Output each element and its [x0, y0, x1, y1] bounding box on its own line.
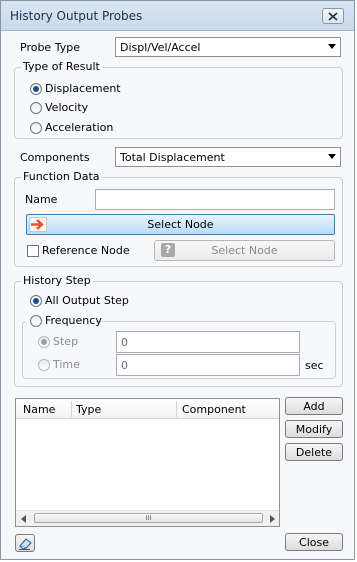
- function-data-title: Function Data: [21, 170, 102, 183]
- velocity-radio[interactable]: [30, 102, 42, 114]
- components-label: Components: [20, 151, 90, 164]
- delete-label: Delete: [295, 446, 333, 459]
- acceleration-radio[interactable]: [30, 122, 42, 134]
- eraser-icon: [19, 538, 32, 550]
- time-label: Time: [53, 358, 80, 371]
- history-step-title: History Step: [21, 274, 93, 287]
- displacement-radio[interactable]: [30, 83, 42, 95]
- modify-button[interactable]: Modify: [285, 420, 343, 438]
- history-output-probes-dialog: History Output Probes Probe Type Displ/V…: [0, 0, 355, 560]
- type-of-result-title: Type of Result: [21, 60, 102, 73]
- delete-button[interactable]: Delete: [285, 443, 343, 461]
- dialog-title: History Output Probes: [10, 9, 143, 23]
- time-radio[interactable]: [38, 359, 50, 371]
- probe-list[interactable]: Name Type Component III: [15, 398, 280, 527]
- eraser-button[interactable]: [15, 534, 35, 552]
- scroll-left-icon[interactable]: [21, 515, 26, 523]
- reference-node-label: Reference Node: [42, 244, 130, 257]
- acceleration-label: Acceleration: [45, 121, 114, 134]
- time-input[interactable]: 0: [116, 354, 300, 376]
- close-label: Close: [299, 536, 329, 549]
- velocity-label: Velocity: [45, 101, 89, 114]
- column-header-name[interactable]: Name: [23, 403, 55, 416]
- all-output-step-label: All Output Step: [45, 294, 129, 307]
- reference-select-node-button[interactable]: ? Select Node: [154, 240, 335, 261]
- frequency-label: Frequency: [45, 314, 102, 327]
- column-divider: [71, 401, 72, 417]
- probe-type-value: Displ/Vel/Accel: [120, 41, 201, 54]
- displacement-label: Displacement: [45, 82, 121, 95]
- time-unit-label: sec: [305, 359, 324, 372]
- modify-label: Modify: [295, 423, 333, 436]
- close-icon: [328, 12, 338, 21]
- chevron-down-icon: [328, 44, 336, 49]
- time-value: 0: [121, 359, 128, 372]
- probe-type-select[interactable]: Displ/Vel/Accel: [115, 37, 341, 57]
- list-header: Name Type Component: [16, 399, 279, 419]
- components-value: Total Displacement: [120, 151, 225, 164]
- horizontal-scrollbar[interactable]: III: [16, 510, 279, 526]
- scroll-right-icon[interactable]: [270, 515, 275, 523]
- reference-select-node-label: Select Node: [211, 244, 278, 257]
- chevron-down-icon: [328, 154, 336, 159]
- name-input[interactable]: [95, 189, 335, 210]
- reference-node-checkbox[interactable]: [27, 245, 39, 257]
- scroll-thumb[interactable]: III: [34, 513, 263, 523]
- all-output-step-radio[interactable]: [30, 295, 42, 307]
- step-label: Step: [53, 335, 79, 348]
- select-node-label: Select Node: [147, 218, 214, 231]
- probe-type-label: Probe Type: [20, 41, 80, 54]
- column-header-component[interactable]: Component: [182, 403, 246, 416]
- add-button[interactable]: Add: [285, 397, 343, 415]
- select-node-button[interactable]: Select Node: [26, 214, 335, 235]
- column-divider: [176, 401, 177, 417]
- close-button[interactable]: Close: [285, 533, 343, 551]
- components-select[interactable]: Total Displacement: [115, 147, 341, 167]
- window-close-button[interactable]: [322, 8, 344, 24]
- step-radio[interactable]: [38, 336, 50, 348]
- title-bar[interactable]: History Output Probes: [1, 1, 354, 31]
- add-label: Add: [303, 400, 325, 413]
- frequency-radio[interactable]: [30, 315, 42, 327]
- step-value: 0: [121, 336, 128, 349]
- name-label: Name: [25, 193, 58, 206]
- step-input[interactable]: 0: [116, 331, 300, 353]
- column-header-type[interactable]: Type: [76, 403, 101, 416]
